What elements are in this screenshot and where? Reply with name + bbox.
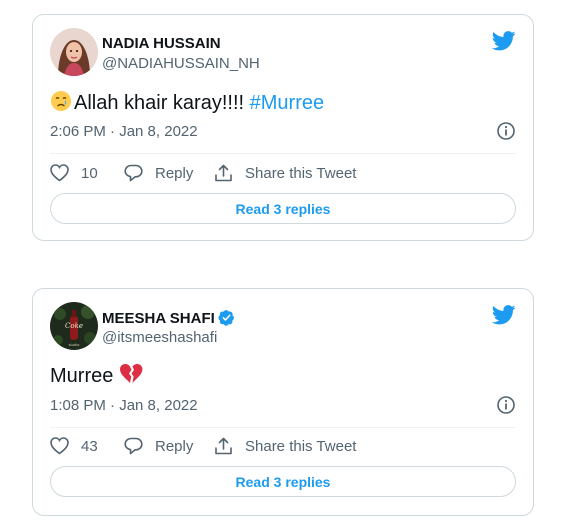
like-button[interactable]: 10 <box>50 164 124 182</box>
share-button[interactable]: Share this Tweet <box>214 437 356 455</box>
reply-icon <box>124 164 143 182</box>
info-icon[interactable] <box>496 121 516 141</box>
info-icon[interactable] <box>496 395 516 415</box>
tweet-actions: 43 Reply Share this Tweet <box>50 436 516 456</box>
twitter-bird-icon[interactable] <box>492 305 516 325</box>
verified-badge-icon <box>218 310 234 326</box>
share-icon <box>215 437 232 455</box>
tweet-card[interactable]: Coke studio MEESHA SHAFI @itsmeeshashafi… <box>32 288 534 516</box>
read-replies-button[interactable]: Read 3 replies <box>50 193 516 224</box>
avatar[interactable]: Coke studio <box>50 302 98 350</box>
twitter-bird-icon[interactable] <box>492 31 516 51</box>
avatar[interactable] <box>50 28 98 76</box>
author-name-text[interactable]: MEESHA SHAFI <box>102 310 215 327</box>
author-handle[interactable]: @NADIAHUSSAIN_NH <box>102 55 260 72</box>
hashtag-link[interactable]: #Murree <box>250 92 324 114</box>
divider <box>50 427 516 428</box>
heart-icon <box>50 437 69 455</box>
reply-label: Reply <box>155 164 194 182</box>
tweet-body: Murree <box>50 365 119 387</box>
like-count: 10 <box>81 164 98 182</box>
share-label: Share this Tweet <box>245 164 357 182</box>
broken-heart-icon <box>119 364 143 383</box>
tweet-actions: 10 Reply Share this Tweet <box>50 163 516 183</box>
heart-icon <box>50 164 69 182</box>
read-replies-button[interactable]: Read 3 replies <box>50 466 516 497</box>
tweet-card[interactable]: NADIA HUSSAIN @NADIAHUSSAIN_NH Allah kha… <box>32 14 534 241</box>
timestamp[interactable]: 1:08 PM · Jan 8, 2022 <box>50 397 198 414</box>
share-button[interactable]: Share this Tweet <box>214 164 356 182</box>
like-count: 43 <box>81 437 98 455</box>
author-handle[interactable]: @itsmeeshashafi <box>102 329 217 346</box>
share-label: Share this Tweet <box>245 437 357 455</box>
reply-label: Reply <box>155 437 194 455</box>
author-name[interactable]: NADIA HUSSAIN <box>102 35 221 52</box>
crying-face-icon <box>51 91 71 111</box>
like-button[interactable]: 43 <box>50 437 124 455</box>
reply-button[interactable]: Reply <box>124 164 214 182</box>
divider <box>50 153 516 154</box>
author-name[interactable]: MEESHA SHAFI <box>102 309 235 327</box>
tweet-text: Allah khair karay!!!! #Murree <box>50 90 324 115</box>
timestamp[interactable]: 2:06 PM · Jan 8, 2022 <box>50 123 198 140</box>
reply-icon <box>124 437 143 455</box>
reply-button[interactable]: Reply <box>124 437 214 455</box>
tweet-body: Allah khair karay!!!! <box>74 92 250 114</box>
share-icon <box>215 164 232 182</box>
tweet-text: Murree <box>50 363 145 388</box>
svg-text:Coke: Coke <box>65 322 83 330</box>
svg-text:studio: studio <box>69 343 80 347</box>
